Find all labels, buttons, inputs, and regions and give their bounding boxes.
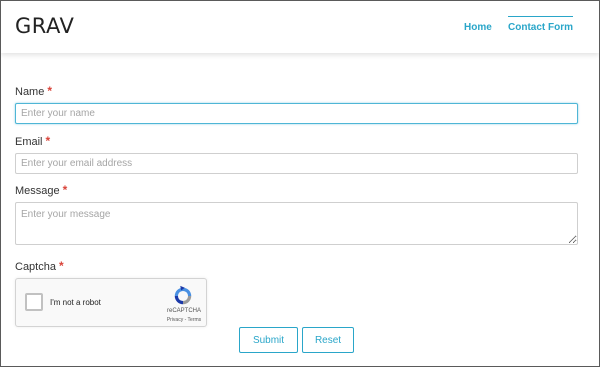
recaptcha-brand: reCAPTCHA (166, 308, 201, 314)
required-marker: * (47, 84, 53, 98)
name-label-text: Name (15, 86, 45, 98)
message-label-text: Message (15, 185, 60, 197)
required-marker: * (58, 259, 64, 273)
browser-frame: GRAV Home Contact Form Name* Email* Mess… (0, 0, 600, 367)
name-input[interactable] (15, 103, 578, 124)
submit-button[interactable]: Submit (239, 327, 298, 353)
recaptcha-checkbox-label: I'm not a robot (50, 298, 101, 307)
recaptcha-widget: I'm not a robot reCAPTCHA Privacy - Term… (15, 278, 207, 327)
recaptcha-checkbox[interactable] (25, 293, 43, 311)
message-label: Message * (15, 183, 67, 197)
email-input[interactable] (15, 153, 578, 174)
required-marker: * (45, 134, 51, 148)
name-label: Name * (15, 84, 52, 98)
recaptcha-logo-icon (174, 285, 192, 305)
captcha-label-text: Captcha (15, 261, 56, 273)
required-marker: * (62, 183, 68, 197)
nav-home[interactable]: Home (464, 22, 492, 33)
email-label: Email * (15, 134, 50, 148)
site-header: GRAV Home Contact Form (1, 1, 599, 53)
message-textarea[interactable] (15, 202, 578, 245)
recaptcha-privacy-terms[interactable]: Privacy - Terms (161, 317, 207, 323)
nav-contact-form[interactable]: Contact Form (508, 16, 573, 33)
site-logo[interactable]: GRAV (15, 14, 74, 38)
email-label-text: Email (15, 136, 43, 148)
captcha-label: Captcha * (15, 259, 64, 273)
reset-button[interactable]: Reset (302, 327, 354, 353)
